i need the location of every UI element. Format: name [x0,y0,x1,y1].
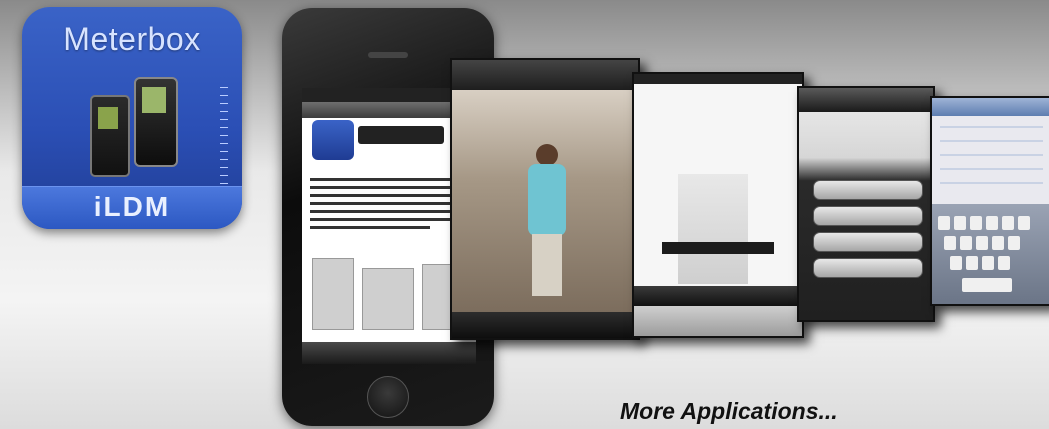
app-thumbnail-icon [312,120,354,160]
text-line [310,178,460,181]
text-line [310,210,456,213]
person-figure [528,164,566,236]
menu-button [813,206,923,226]
keyboard-key [954,216,966,230]
text-line [310,186,466,189]
form-lines [940,126,1043,186]
keyboard-key [982,256,994,270]
home-button[interactable] [367,376,409,418]
nav-header [932,98,1049,116]
keyboard-key [960,236,972,250]
keyboard-key [992,236,1004,250]
menu-toolbar [799,88,933,112]
measured-figure [678,174,748,284]
screenshot-camera-view [450,58,640,340]
keyboard-key [966,256,978,270]
app-icon-meterbox-ildm[interactable]: Meterbox iLDM [22,7,242,229]
screenshot-keyboard [930,96,1049,306]
person-head [536,144,558,166]
keyboard-key [1018,216,1030,230]
app-icon-title: Meterbox [63,21,201,57]
menu-button [813,232,923,252]
screenshot-menu [797,86,935,322]
menu-button [813,180,923,200]
text-line [310,194,450,197]
keyboard-key [986,216,998,230]
keyboard-key [1002,216,1014,230]
keyboard-space-key [962,278,1012,292]
person-legs [532,234,562,296]
keyboard [932,204,1049,304]
keyboard-key [970,216,982,230]
instruction-figure [362,268,414,330]
text-line [310,202,462,205]
phone-speaker [368,52,408,58]
camera-toolbar [452,60,638,90]
instruction-figure [312,258,354,330]
laser-meter-device-icon [90,95,130,177]
header-banner [358,126,444,144]
keyboard-key [938,216,950,230]
text-line [310,226,430,229]
bottom-bar [634,306,802,336]
app-icon-label: iLDM [93,191,171,222]
camera-bottom-toolbar [452,312,638,338]
edit-toolbar [634,286,802,306]
status-bar [634,74,802,84]
measurement-bar [662,242,774,254]
more-applications-link[interactable]: More Applications... [620,398,838,425]
ruler-scale-graphic [220,87,228,187]
keyboard-key [950,256,962,270]
tab-bar[interactable] [302,342,476,364]
menu-button [813,258,923,278]
keyboard-key [1008,236,1020,250]
text-line [310,218,464,221]
laser-meter-device-icon [134,77,178,167]
keyboard-key [998,256,1010,270]
screenshot-measurement [632,72,804,338]
keyboard-key [944,236,956,250]
keyboard-key [976,236,988,250]
